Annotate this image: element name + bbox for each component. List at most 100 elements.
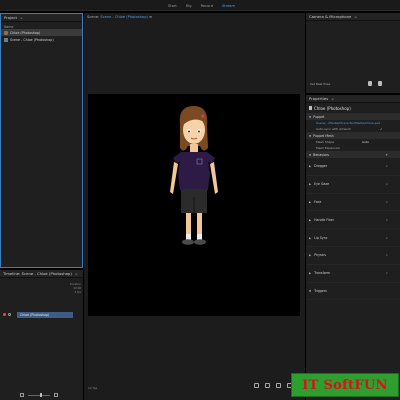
chevron-down-icon: ▼ [309,288,312,293]
camera-toggle-icon[interactable] [368,81,372,86]
camera-microphone-panel: Camera & Microphone ≡ Set Rest Pose [306,13,400,93]
panel-menu-icon[interactable]: ≡ [20,16,23,20]
scene-stage[interactable] [88,94,300,316]
project-item-puppet[interactable]: Chloe (Photoshop) [1,29,82,36]
behavior-label: Dragger [314,164,328,169]
track-clip-label: Chloe (Photoshop) [20,312,50,317]
auto-sync-label: Auto-sync with Artwork [316,127,351,131]
chevron-down-icon: ▼ [309,133,312,138]
timeline-panel: Timeline: Scene - Chloe (Photoshop) ≡ Du… [0,270,83,400]
mesh-shape-select[interactable]: Auto [362,140,369,144]
behavior-triggers[interactable]: ▼ Triggers [306,283,400,301]
behavior-label: Transform [314,271,331,276]
chevron-down-icon: ▼ [309,152,312,157]
chevron-right-icon: ▶ [309,253,312,258]
panel-menu-icon[interactable]: ≡ [75,272,78,276]
project-panel-title: Project [4,15,17,20]
timeline-meta-line: 0 fps [74,291,81,294]
project-item-label: Scene - Chloe (Photoshop) [10,37,54,42]
microphone-toggle-icon[interactable] [378,81,382,86]
section-label: Puppet [313,114,325,119]
behavior-label: Triggers [314,288,327,293]
remove-behavior-icon[interactable]: × [385,253,388,257]
scene-fps: 12 fps [88,386,98,390]
behavior-face[interactable]: ▶ Face × [306,194,400,212]
timeline-meta: Duration 00:00 0 fps [70,283,81,295]
panel-menu-icon[interactable]: ≡ [331,97,334,101]
timeline-zoom-slider[interactable] [28,393,50,397]
tab-rig[interactable]: Rig [186,4,192,8]
chevron-right-icon: ▶ [309,235,312,240]
track-clip[interactable]: Chloe (Photoshop) [17,311,73,318]
remove-behavior-icon[interactable]: × [385,164,388,168]
properties-panel-title: Properties [309,96,329,101]
mesh-shape-label: Mesh Shape [316,140,335,144]
auto-sync-row: Auto-sync with Artwork ✓ [306,126,400,132]
tab-stream[interactable]: Stream [222,4,235,8]
puppet-name-row: Chloe (Photoshop) [306,103,400,113]
tab-record[interactable]: Record [201,4,213,8]
chevron-right-icon: ▶ [309,271,312,276]
panel-menu-icon[interactable]: ≡ [149,15,152,19]
scene-panel-title: Scene: Scene - Chloe (Photoshop) ≡ [87,15,152,19]
remove-behavior-icon[interactable]: × [385,236,388,240]
zoom-in-icon[interactable] [54,393,58,397]
project-item-scene[interactable]: Scene - Chloe (Photoshop) [1,36,82,43]
chevron-right-icon: ▶ [309,217,312,222]
timeline-panel-title: Timeline: Scene - Chloe (Photoshop) [3,271,72,276]
project-panel-header: Project ≡ [1,14,82,22]
section-behaviors[interactable]: ▼ Behaviors + [306,151,400,158]
puppet-source-path: Users/.../Media/Character/Media/Chloe.ps… [316,121,380,125]
scene-icon [4,37,8,42]
scene-panel: Scene: Scene - Chloe (Photoshop) ≡ 12 fp… [84,13,305,400]
mesh-expansion-row: Mesh Expansion [306,145,400,151]
play-icon[interactable] [265,383,270,388]
auto-sync-checkbox[interactable]: ✓ [380,127,383,131]
record-arm-icon[interactable] [3,313,6,316]
chevron-right-icon: ▶ [309,182,312,187]
chevron-right-icon: ▶ [309,199,312,204]
record-icon[interactable] [276,383,281,388]
panel-menu-icon[interactable]: ≡ [354,15,357,19]
zoom-out-icon[interactable] [20,393,24,397]
behavior-eye-gaze[interactable]: ▶ Eye Gaze × [306,176,400,194]
behavior-label: Handle Fixer [314,217,334,222]
tab-start[interactable]: Start [168,4,177,8]
section-label: Behaviors [313,152,329,157]
behavior-label: Physics [314,253,326,258]
behavior-label: Eye Gaze [314,182,330,187]
scene-name-dropdown[interactable]: Scene - Chloe (Photoshop) [100,15,148,19]
camera-panel-header: Camera & Microphone ≡ [306,13,400,21]
section-puppet-mesh[interactable]: ▼ Puppet Mesh [306,132,400,139]
scene-label: Scene: [87,15,100,19]
section-puppet[interactable]: ▼ Puppet [306,113,400,120]
timeline-footer [0,390,83,400]
behavior-dragger[interactable]: ▶ Dragger × [306,158,400,176]
behavior-handle-fixer[interactable]: ▶ Handle Fixer × [306,211,400,230]
puppet-icon [4,30,8,35]
project-item-label: Chloe (Photoshop) [10,30,41,35]
behavior-lip-sync[interactable]: ▶ Lip Sync × [306,229,400,247]
remove-behavior-icon[interactable]: × [385,200,388,204]
scene-toolbar [254,383,292,388]
remove-behavior-icon[interactable]: × [385,182,388,186]
project-panel: Project ≡ Name Chloe (Photoshop) Scene -… [0,13,83,268]
watermark-logo: IT SoftFUN [291,373,399,397]
remove-behavior-icon[interactable]: × [385,218,388,222]
mesh-expansion-label: Mesh Expansion [316,146,341,150]
behavior-physics[interactable]: ▶ Physics × [306,247,400,265]
chevron-right-icon: ▶ [309,164,312,169]
add-behavior-button[interactable]: + [385,153,388,157]
workspace-bar: Start Rig Record Stream [0,0,400,11]
behavior-transform[interactable]: ▶ Transform × [306,265,400,283]
camera-panel-title: Camera & Microphone [309,14,352,19]
visibility-icon[interactable] [8,313,11,316]
puppet-character[interactable] [88,94,300,316]
puppet-icon [309,106,312,110]
properties-panel: Properties ≡ Chloe (Photoshop) ▼ Puppet … [306,95,400,400]
timeline-track[interactable]: Chloe (Photoshop) [0,311,83,318]
project-column-header[interactable]: Name [1,22,82,29]
remove-behavior-icon[interactable]: × [385,271,388,275]
rewind-icon[interactable] [254,383,259,388]
set-rest-pose-button[interactable]: Set Rest Pose [310,82,330,86]
